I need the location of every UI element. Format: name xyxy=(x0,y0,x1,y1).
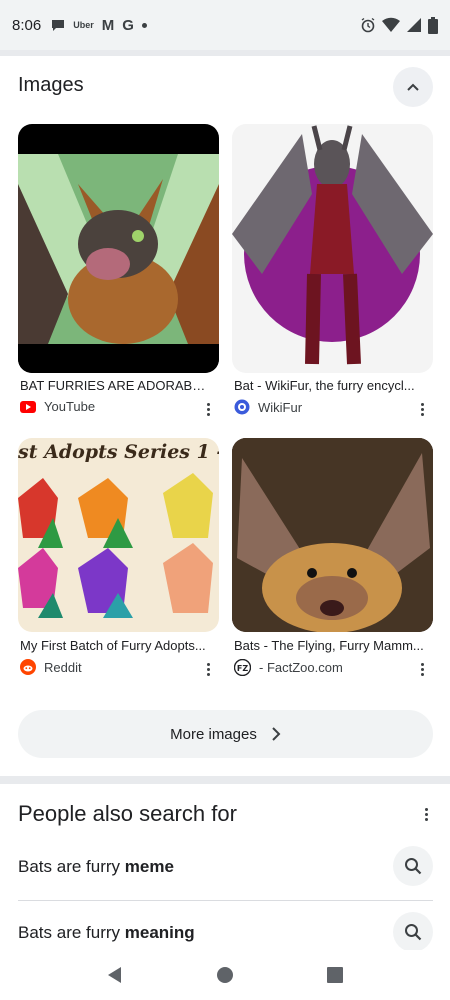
related-search-bold-2: meaning xyxy=(124,923,195,942)
more-images-button[interactable]: More images xyxy=(18,710,433,758)
image-result-1[interactable] xyxy=(18,124,219,373)
gmail-icon: M xyxy=(101,16,115,34)
bat-furry-cartoon-image xyxy=(18,154,219,373)
uber-icon: Uber xyxy=(73,20,94,30)
images-section-title: Images xyxy=(18,74,84,96)
image-source-1[interactable]: YouTube xyxy=(20,399,95,414)
home-icon[interactable] xyxy=(216,966,234,984)
google-icon: G xyxy=(122,16,134,34)
image-caption-1[interactable]: BAT FURRIES ARE ADORABLE! xyxy=(20,378,210,393)
related-search-bold-1: meme xyxy=(124,857,174,876)
reddit-icon xyxy=(20,659,36,675)
collapse-images-button[interactable] xyxy=(393,67,433,107)
image-3-title-text: st Adopts Series 1 - Fruit B xyxy=(18,441,219,463)
image-source-2[interactable]: WikiFur xyxy=(234,399,302,415)
related-search-prefix-1: Bats are furry xyxy=(18,857,125,876)
svg-text:FZ: FZ xyxy=(237,664,248,673)
image-source-name-2: WikiFur xyxy=(258,399,303,415)
chevron-right-icon xyxy=(272,727,281,741)
factzoo-icon: FZ xyxy=(234,659,251,676)
chevron-up-icon xyxy=(407,83,419,91)
section-divider xyxy=(0,50,450,56)
image-result-3[interactable]: st Adopts Series 1 - Fruit B xyxy=(18,438,219,632)
related-search-item-2[interactable]: Bats are furry meaning xyxy=(18,923,195,943)
list-divider xyxy=(18,900,433,901)
battery-icon xyxy=(428,16,438,34)
image-source-name-3: Reddit xyxy=(44,659,82,675)
related-search-item-1[interactable]: Bats are furry meme xyxy=(18,857,174,877)
image-source-name-1: YouTube xyxy=(44,399,96,414)
image-more-options-1[interactable] xyxy=(200,399,216,419)
system-navigation-bar xyxy=(0,950,450,1000)
status-bar: 8:06 Uber M G xyxy=(0,0,450,50)
related-search-button-1[interactable] xyxy=(393,846,433,886)
recent-apps-icon[interactable] xyxy=(326,966,344,984)
cell-signal-icon xyxy=(407,18,421,32)
image-source-name-4: - FactZoo.com xyxy=(259,660,343,675)
people-also-search-title: People also search for xyxy=(18,801,237,826)
search-icon xyxy=(405,924,422,941)
bat-character-purple-circle-image xyxy=(232,125,433,365)
system-icons xyxy=(360,16,438,34)
fruit-bat-adopts-image: st Adopts Series 1 - Fruit B xyxy=(18,441,219,618)
more-images-label: More images xyxy=(170,725,257,743)
status-time: 8:06 xyxy=(12,16,42,34)
bat-photo-image xyxy=(232,438,433,632)
image-more-options-3[interactable] xyxy=(200,659,216,679)
notification-icons: Uber M G xyxy=(51,17,147,34)
related-search-button-2[interactable] xyxy=(393,912,433,952)
image-source-4[interactable]: FZ - FactZoo.com xyxy=(234,659,343,676)
search-icon xyxy=(405,858,422,875)
wikifur-icon xyxy=(234,399,250,415)
related-search-prefix-2: Bats are furry xyxy=(18,923,125,942)
image-result-4[interactable] xyxy=(232,438,433,632)
image-more-options-4[interactable] xyxy=(414,659,430,679)
people-also-search-more-options[interactable] xyxy=(418,804,434,824)
image-source-3[interactable]: Reddit xyxy=(20,659,82,675)
alarm-icon xyxy=(361,17,375,33)
section-divider-2 xyxy=(0,776,450,784)
image-caption-2[interactable]: Bat - WikiFur, the furry encycl... xyxy=(234,378,424,393)
image-result-2[interactable] xyxy=(232,124,433,373)
image-caption-3[interactable]: My First Batch of Furry Adopts... xyxy=(20,638,210,653)
more-notifications-dot-icon xyxy=(141,22,147,28)
youtube-icon xyxy=(20,400,36,413)
chat-bubble-icon xyxy=(52,20,65,31)
image-more-options-2[interactable] xyxy=(414,399,430,419)
image-caption-4[interactable]: Bats - The Flying, Furry Mamm... xyxy=(234,638,424,653)
back-icon[interactable] xyxy=(106,966,124,984)
wifi-icon xyxy=(382,17,400,32)
